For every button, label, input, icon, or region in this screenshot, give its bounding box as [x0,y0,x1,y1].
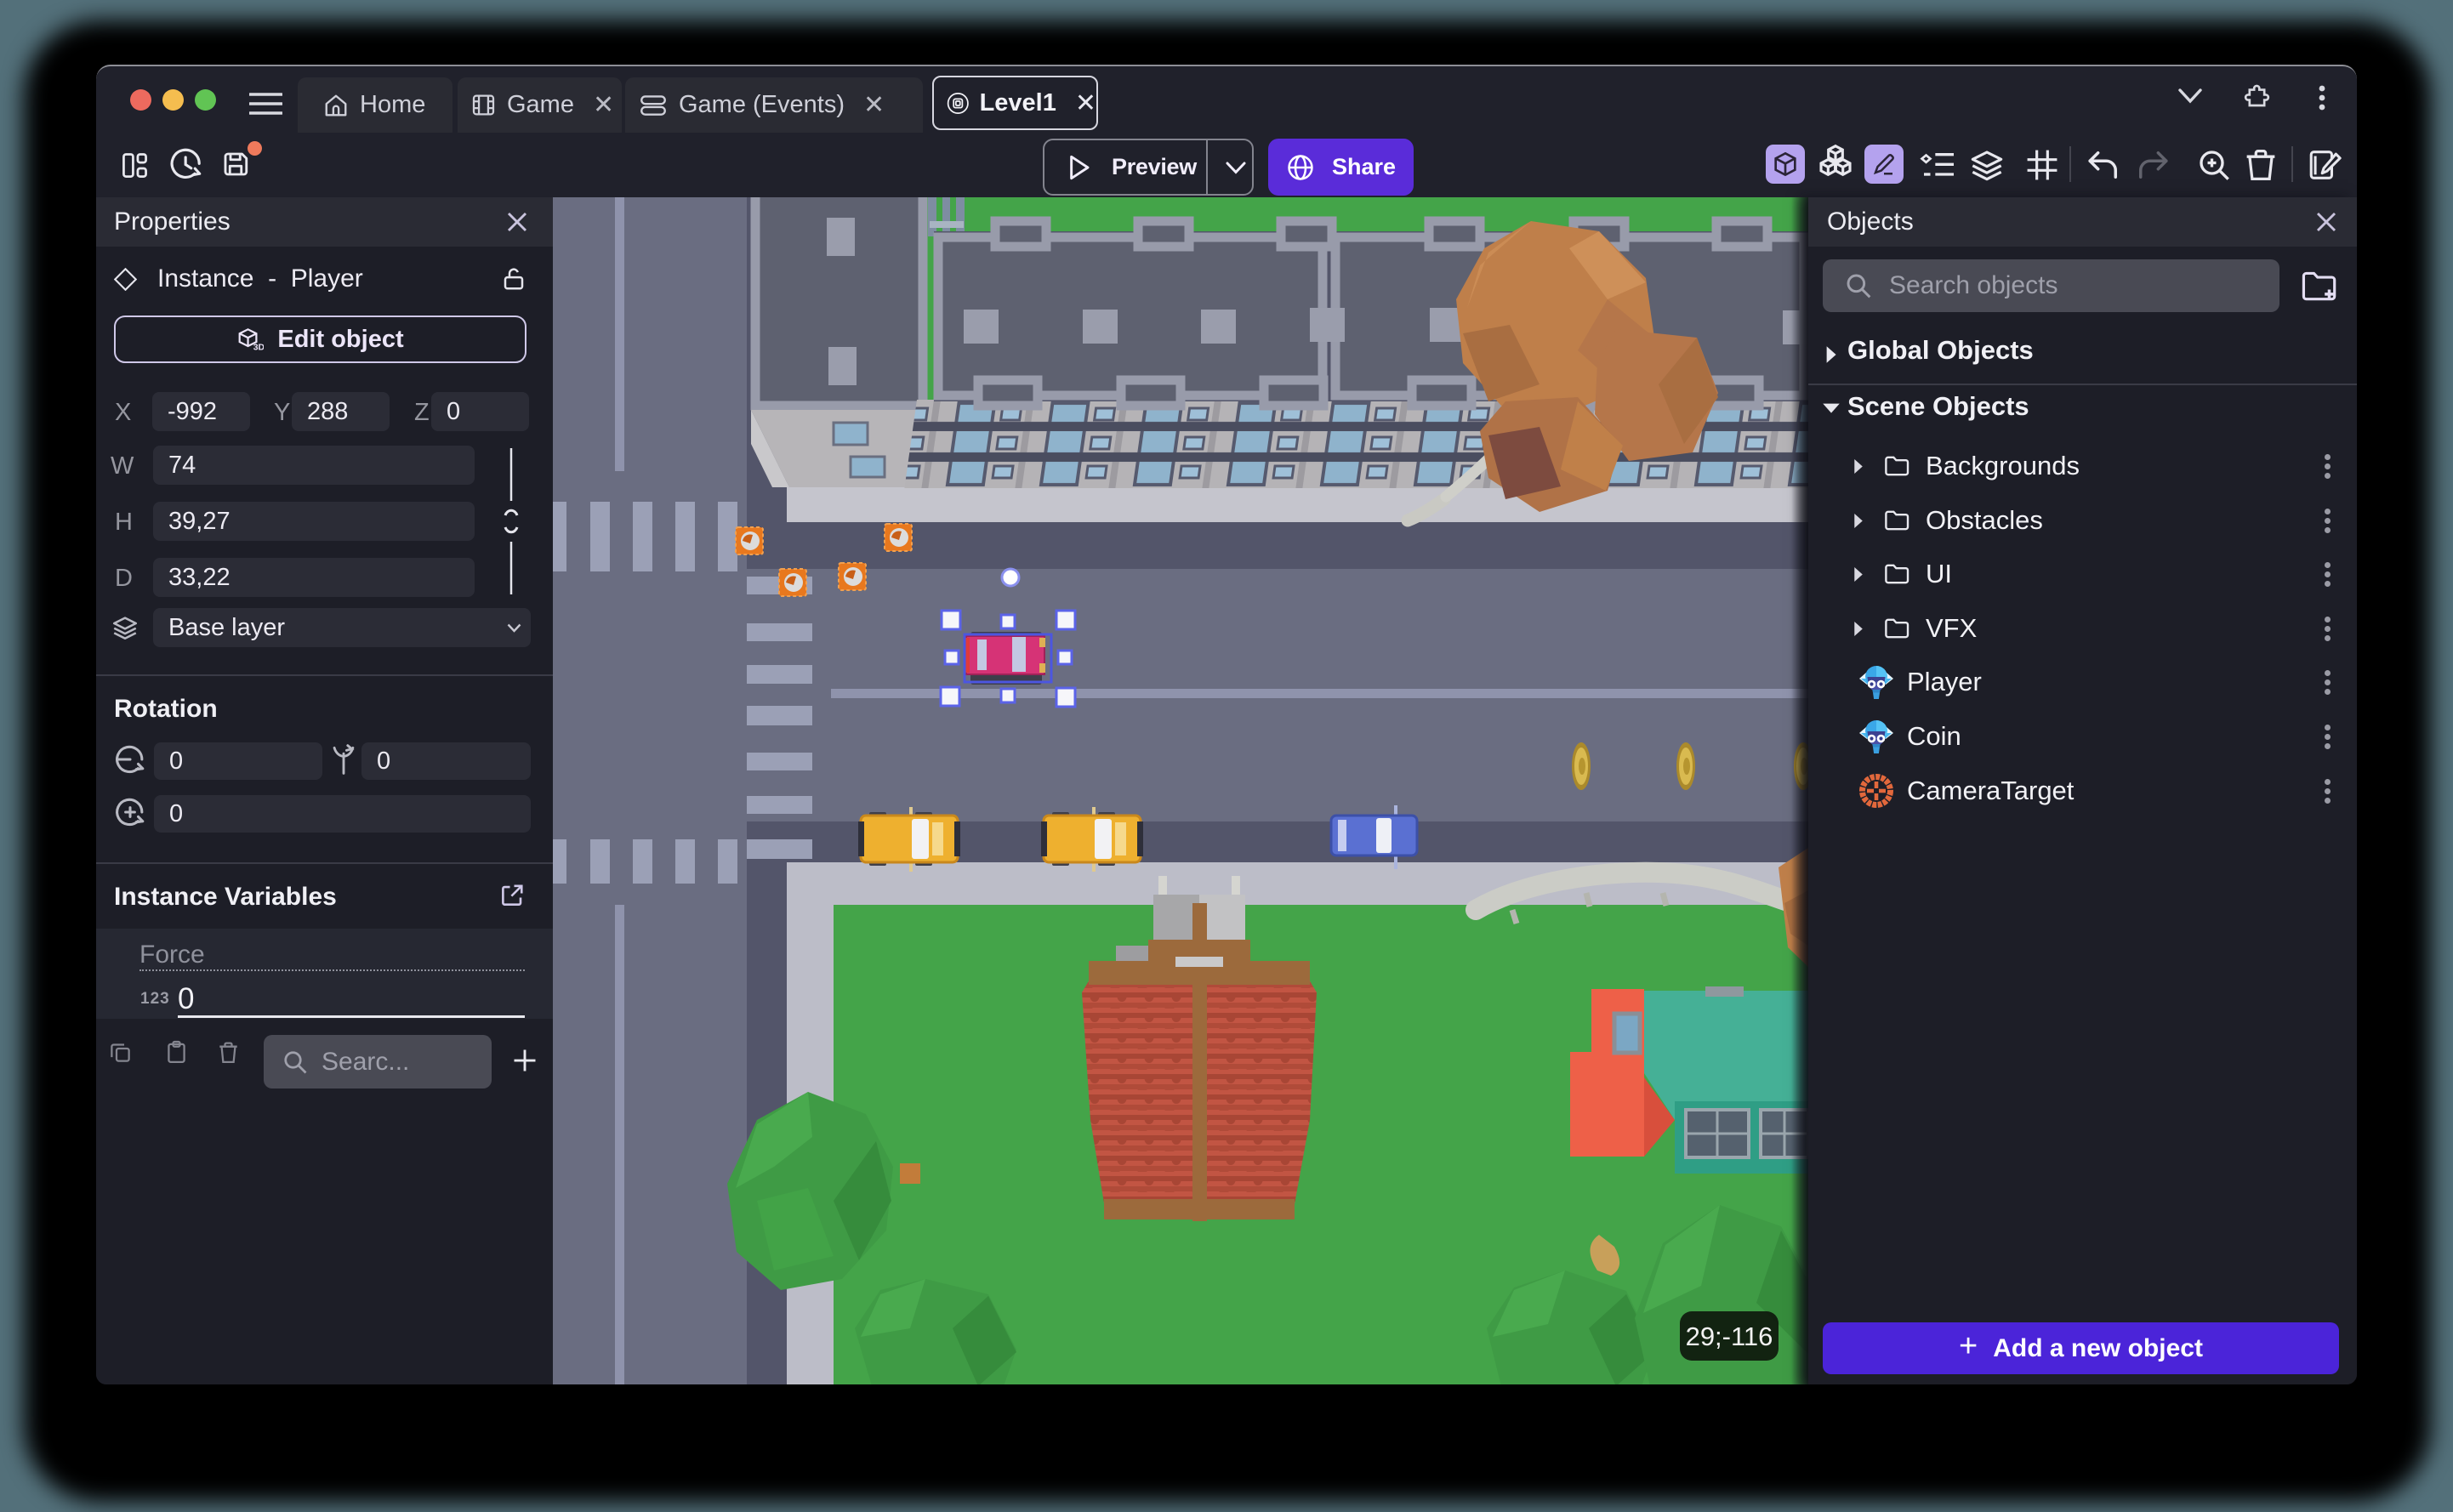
svg-text:29;-116: 29;-116 [1686,1322,1773,1351]
svg-text:3D: 3D [253,343,264,352]
